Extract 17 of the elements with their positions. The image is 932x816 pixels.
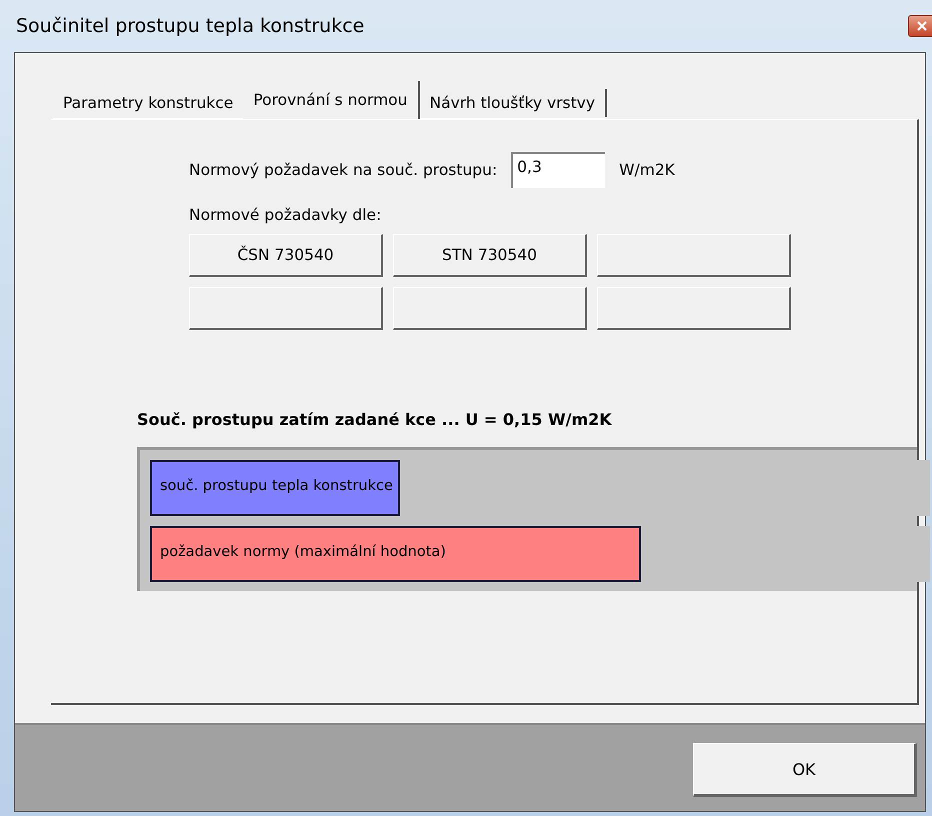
norm-button[interactable] [597, 234, 791, 277]
requirement-label: Normový požadavek na souč. prostupu: [189, 161, 498, 179]
close-icon [917, 21, 927, 31]
window-title: Součinitel prostupu tepla konstrukce [15, 15, 364, 37]
norm-button[interactable] [393, 287, 587, 330]
ok-button[interactable]: OK [693, 743, 917, 797]
norm-button[interactable]: STN 730540 [393, 234, 587, 277]
norm-button[interactable] [189, 287, 383, 330]
requirement-input[interactable]: 0,3 [511, 152, 606, 188]
bar-label: požadavek normy (maximální hodnota) [160, 544, 446, 560]
result-heading: Souč. prostupu zatím zadané kce ... U = 0,15 W/m2K [137, 410, 613, 429]
close-button[interactable] [908, 15, 932, 37]
unit-label: W/m2K [619, 161, 675, 179]
norm-button[interactable]: ČSN 730540 [189, 234, 383, 277]
norms-label: Normové požadavky dle: [189, 206, 382, 224]
norm-button[interactable] [597, 287, 791, 330]
bar-label: souč. prostupu tepla konstrukce [160, 478, 393, 494]
